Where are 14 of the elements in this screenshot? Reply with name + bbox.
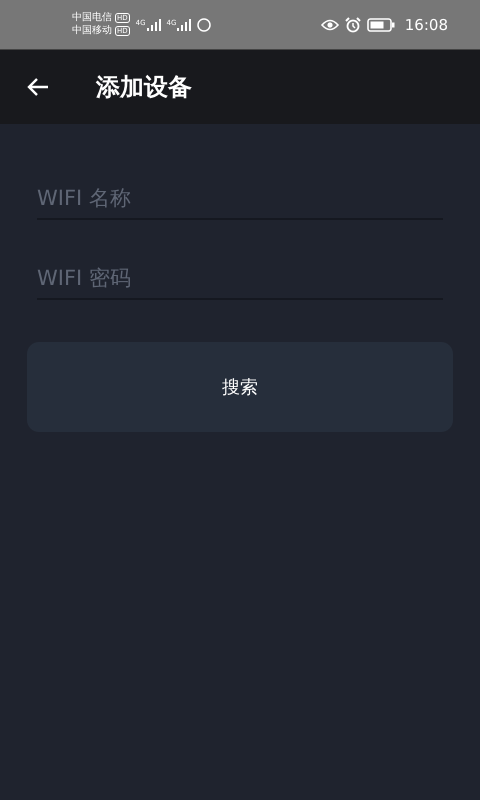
carrier-name: 中国移动 bbox=[72, 25, 112, 37]
page-title: 添加设备 bbox=[96, 72, 192, 103]
carrier-name: 中国电信 bbox=[72, 12, 112, 24]
signal-icon bbox=[177, 18, 192, 30]
battery-icon bbox=[366, 18, 395, 32]
eye-icon bbox=[320, 18, 339, 30]
search-button[interactable]: 搜索 bbox=[27, 342, 453, 432]
input-field[interactable]: WIFI 密码 bbox=[37, 254, 443, 300]
signal-icon bbox=[146, 18, 161, 30]
input-field[interactable]: WIFI 名称 bbox=[37, 174, 443, 220]
alarm-icon bbox=[344, 16, 361, 32]
back-arrow-icon[interactable] bbox=[26, 77, 50, 97]
clock-time: 16:08 bbox=[404, 16, 448, 34]
loading-icon bbox=[197, 18, 212, 32]
